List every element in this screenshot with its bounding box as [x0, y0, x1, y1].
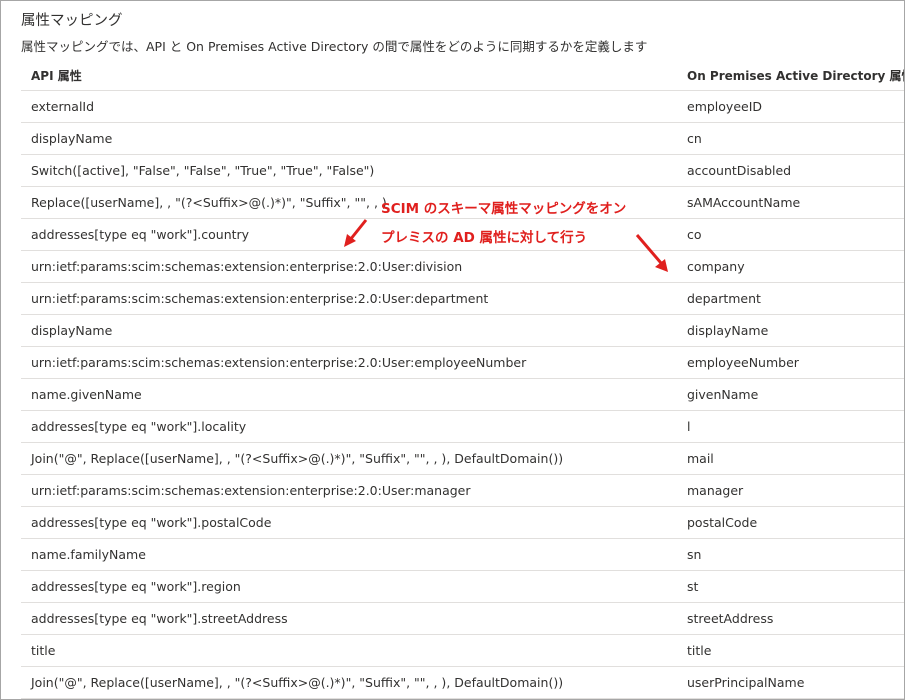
ad-attribute-cell: streetAddress — [687, 611, 774, 626]
ad-attribute-cell: sn — [687, 547, 702, 562]
table-row[interactable]: Join("@", Replace([userName], , "(?<Suff… — [21, 667, 904, 699]
ad-attribute-cell: givenName — [687, 387, 759, 402]
table-row[interactable]: urn:ietf:params:scim:schemas:extension:e… — [21, 347, 904, 379]
ad-attribute-cell: accountDisabled — [687, 163, 792, 178]
table-row[interactable]: addresses[type eq "work"].locality l — [21, 411, 904, 443]
api-attribute-cell: urn:ietf:params:scim:schemas:extension:e… — [31, 483, 471, 498]
api-attribute-cell: addresses[type eq "work"].region — [31, 579, 241, 594]
ad-attribute-cell: manager — [687, 483, 744, 498]
column-header-ad: On Premises Active Directory 属性 — [687, 69, 905, 83]
ad-attribute-cell: employeeID — [687, 99, 763, 114]
table-header: API 属性 On Premises Active Directory 属性 — [21, 58, 905, 91]
table-row[interactable]: displayName displayName — [21, 315, 904, 347]
api-attribute-cell: Join("@", Replace([userName], , "(?<Suff… — [31, 451, 564, 466]
arrow-right-icon — [635, 234, 668, 272]
api-attribute-cell: addresses[type eq "work"].streetAddress — [31, 611, 288, 626]
ad-attribute-cell: title — [687, 643, 712, 658]
annotation-line-2: プレミスの AD 属性に対して行う — [381, 230, 588, 246]
api-attribute-cell: urn:ietf:params:scim:schemas:extension:e… — [31, 355, 527, 370]
table-row[interactable]: title title — [21, 635, 904, 667]
api-attribute-cell: externalId — [31, 99, 95, 114]
ad-attribute-cell: postalCode — [687, 515, 758, 530]
table-row[interactable]: displayName cn — [21, 123, 904, 155]
api-attribute-cell: displayName — [31, 323, 113, 338]
ad-attribute-cell: mail — [687, 451, 714, 466]
table-row[interactable]: addresses[type eq "work"].streetAddress s… — [21, 603, 904, 635]
api-attribute-cell: addresses[type eq "work"].postalCode — [31, 515, 272, 530]
api-attribute-cell: Join("@", Replace([userName], , "(?<Suff… — [31, 675, 564, 690]
table-row[interactable]: addresses[type eq "work"].postalCode post… — [21, 507, 904, 539]
table-body: externalId employeeID displayName cn Switch(… — [21, 91, 904, 699]
ad-attribute-cell: co — [687, 227, 702, 242]
table-row[interactable]: Switch([active], "False", "False", "True… — [21, 155, 904, 187]
ad-attribute-cell: employeeNumber — [687, 355, 799, 370]
attribute-mapping-panel: 属性マッピング 属性マッピングでは、API と On Premises Acti… — [0, 0, 905, 700]
table-row[interactable]: name.familyName sn — [21, 539, 904, 571]
table-row[interactable]: urn:ietf:params:scim:schemas:extension:e… — [21, 251, 904, 283]
ad-attribute-cell: displayName — [687, 323, 769, 338]
api-attribute-cell: displayName — [31, 131, 113, 146]
api-attribute-cell: name.familyName — [31, 547, 146, 562]
api-attribute-cell: addresses[type eq "work"].country — [31, 227, 250, 242]
table-row[interactable]: addresses[type eq "work"].region st — [21, 571, 904, 603]
table-row[interactable]: urn:ietf:params:scim:schemas:extension:e… — [21, 475, 904, 507]
api-attribute-cell: urn:ietf:params:scim:schemas:extension:e… — [31, 259, 463, 274]
table-row[interactable]: urn:ietf:params:scim:schemas:extension:e… — [21, 283, 904, 315]
api-attribute-cell: Replace([userName], , "(?<Suffix>@(.)*)"… — [31, 195, 387, 210]
table-row[interactable]: externalId employeeID — [21, 91, 904, 123]
table-row[interactable]: Join("@", Replace([userName], , "(?<Suff… — [21, 443, 904, 475]
attribute-mapping-table: API 属性 On Premises Active Directory 属性 e… — [21, 58, 905, 699]
annotation-line-1: SCIM のスキーマ属性マッピングをオン — [381, 201, 627, 217]
api-attribute-cell: name.givenName — [31, 387, 142, 402]
api-attribute-cell: Switch([active], "False", "False", "True… — [31, 163, 375, 178]
ad-attribute-cell: company — [687, 259, 745, 274]
column-header-api: API 属性 — [31, 69, 82, 83]
ad-attribute-cell: sAMAccountName — [687, 195, 801, 210]
arrow-left-icon — [344, 219, 368, 247]
api-attribute-cell: title — [31, 643, 56, 658]
ad-attribute-cell: cn — [687, 131, 702, 146]
page-title: 属性マッピング — [21, 13, 123, 29]
api-attribute-cell: addresses[type eq "work"].locality — [31, 419, 247, 434]
table-row[interactable]: name.givenName givenName — [21, 379, 904, 411]
api-attribute-cell: urn:ietf:params:scim:schemas:extension:e… — [31, 291, 489, 306]
page-description: 属性マッピングでは、API と On Premises Active Direc… — [21, 39, 648, 54]
ad-attribute-cell: l — [687, 419, 691, 434]
ad-attribute-cell: department — [687, 291, 761, 306]
ad-attribute-cell: userPrincipalName — [687, 675, 805, 690]
ad-attribute-cell: st — [687, 579, 699, 594]
